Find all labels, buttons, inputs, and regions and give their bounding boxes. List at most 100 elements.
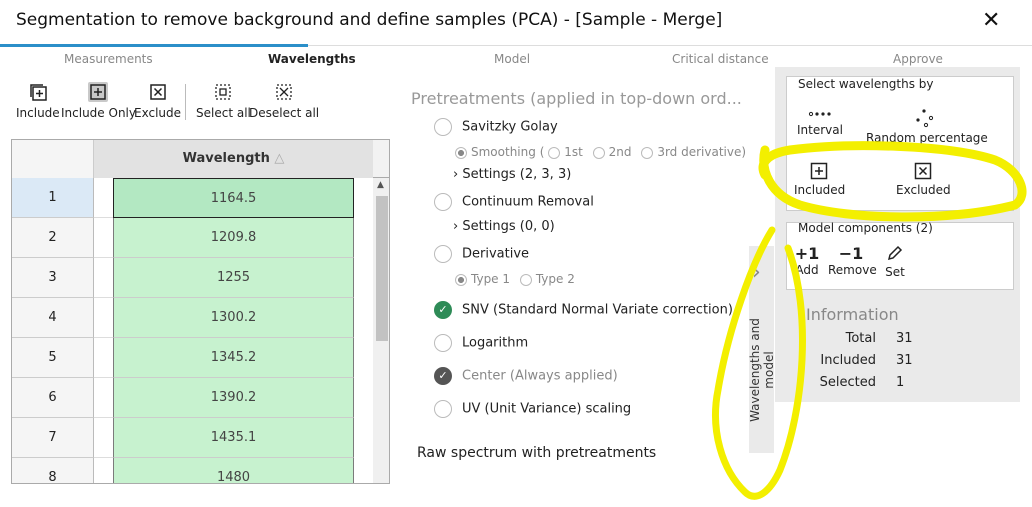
interval-button[interactable]: Interval — [797, 108, 843, 137]
settings-savitzky-label: Settings (2, 3, 3) — [462, 167, 572, 182]
include-icon — [810, 162, 828, 180]
logarithm-option[interactable]: Logarithm — [434, 334, 528, 352]
wavelength-cell[interactable]: 1390.2 — [113, 378, 354, 418]
wavelength-cell[interactable]: 1164.5 — [113, 178, 354, 218]
table-row[interactable]: 5 1345.2 — [12, 338, 373, 378]
add-label: Add — [795, 263, 819, 277]
remove-component-button[interactable]: −1 Remove — [828, 244, 877, 277]
table-row[interactable]: 2 1209.8 — [12, 218, 373, 258]
radio-icon — [434, 245, 452, 263]
window-title: Segmentation to remove background and de… — [16, 10, 723, 30]
side-tab-label: Wavelengths and model — [748, 318, 776, 422]
table-row[interactable]: 7 1435.1 — [12, 418, 373, 458]
included-count-label: Included — [820, 353, 876, 368]
excluded-button[interactable]: Excluded — [896, 162, 951, 197]
tab-approve[interactable]: Approve — [893, 52, 943, 66]
exclude-button[interactable]: Exclude — [134, 82, 181, 120]
derivative-option[interactable]: Derivative — [434, 245, 529, 263]
derivative-label: Derivative — [462, 246, 530, 262]
model-components-title: Model components (2) — [798, 221, 933, 235]
wavelength-cell[interactable]: 1480 — [113, 458, 354, 483]
tab-measurements[interactable]: Measurements — [64, 52, 153, 66]
check-icon: ✓ — [434, 301, 452, 319]
column-header-label: Wavelength — [182, 151, 270, 166]
include-only-button[interactable]: Include Only — [61, 82, 136, 120]
column-header-wavelength[interactable]: Wavelength △ — [94, 140, 373, 178]
tab-divider — [308, 45, 1032, 46]
wavelength-cell[interactable]: 1300.2 — [113, 298, 354, 338]
row-number: 4 — [12, 298, 94, 338]
pretreatments-title: Pretreatments (applied in top-down ord..… — [411, 89, 742, 108]
random-icon — [915, 109, 933, 128]
logarithm-label: Logarithm — [462, 335, 529, 351]
table-row[interactable]: 6 1390.2 — [12, 378, 373, 418]
excluded-label: Excluded — [896, 183, 951, 197]
included-count-value: 31 — [896, 353, 913, 368]
close-icon[interactable]: ✕ — [982, 8, 1000, 33]
row-number: 3 — [12, 258, 94, 298]
settings-savitzky-button[interactable]: › Settings (2, 3, 3) — [453, 167, 571, 182]
smoothing-radio[interactable] — [455, 146, 467, 159]
selected-count-label: Selected — [819, 375, 876, 390]
select-all-button[interactable]: Select all — [196, 82, 251, 120]
scroll-thumb[interactable] — [376, 196, 388, 341]
savitzky-suboptions: Smoothing ( 1st 2nd 3rd derivative) — [455, 145, 746, 159]
title-bar: Segmentation to remove background and de… — [0, 0, 1032, 44]
minus-one-icon: −1 — [838, 244, 864, 263]
type2-label: Type 2 — [535, 272, 575, 286]
first-label: 1st — [564, 145, 583, 159]
savitzky-golay-option[interactable]: Savitzky Golay — [434, 118, 558, 136]
table-scrollbar[interactable]: ▲ — [373, 178, 389, 483]
second-radio[interactable] — [592, 146, 605, 159]
tab-wavelengths[interactable]: Wavelengths — [268, 52, 356, 66]
random-percentage-button[interactable]: Random percentage — [866, 108, 988, 145]
table-row[interactable]: 4 1300.2 — [12, 298, 373, 338]
snv-option[interactable]: ✓ SNV (Standard Normal Variate correction… — [434, 301, 733, 319]
exclude-label: Exclude — [134, 106, 182, 120]
settings-continuum-button[interactable]: › Settings (0, 0) — [453, 219, 555, 234]
tab-critical-distance[interactable]: Critical distance — [672, 52, 769, 66]
set-component-button[interactable]: Set — [883, 244, 907, 279]
plus-one-icon: +1 — [794, 244, 820, 263]
uv-scaling-label: UV (Unit Variance) scaling — [462, 401, 632, 417]
wavelength-table[interactable]: Wavelength △ 1 1164.5 2 1209.8 3 1255 4 1300… — [11, 139, 390, 484]
table-row[interactable]: 3 1255 — [12, 258, 373, 298]
continuum-removal-option[interactable]: Continuum Removal — [434, 193, 594, 211]
deselect-all-label: Deselect all — [249, 106, 320, 120]
wavelength-cell[interactable]: 1255 — [113, 258, 354, 298]
type1-radio[interactable] — [455, 273, 467, 286]
select-wavelengths-title: Select wavelengths by — [798, 77, 934, 91]
add-component-button[interactable]: +1 Add — [794, 244, 820, 277]
wavelength-cell[interactable]: 1435.1 — [113, 418, 354, 458]
pencil-icon — [887, 245, 903, 261]
included-button[interactable]: Included — [794, 162, 845, 197]
include-only-label: Include Only — [61, 106, 136, 120]
remove-label: Remove — [828, 263, 877, 277]
tab-model[interactable]: Model — [494, 52, 530, 66]
first-radio[interactable] — [548, 146, 561, 159]
third-radio[interactable] — [641, 146, 654, 159]
wavelength-cell[interactable]: 1209.8 — [113, 218, 354, 258]
include-button[interactable]: Include — [16, 82, 60, 120]
type1-label: Type 1 — [471, 272, 511, 286]
select-all-label: Select all — [196, 106, 251, 120]
include-label: Include — [16, 106, 60, 120]
exclude-icon — [914, 162, 932, 180]
random-percentage-label: Random percentage — [866, 131, 988, 145]
total-value: 31 — [896, 331, 913, 346]
wavelengths-model-side-tab[interactable]: › Wavelengths and model — [748, 246, 776, 453]
row-number: 7 — [12, 418, 94, 458]
table-row[interactable]: 8 1480 — [12, 458, 373, 483]
check-icon: ✓ — [434, 367, 452, 385]
row-number: 5 — [12, 338, 94, 378]
select-all-icon — [215, 84, 232, 100]
scroll-up-icon[interactable]: ▲ — [377, 180, 384, 190]
interval-label: Interval — [797, 123, 843, 137]
interval-icon — [808, 111, 831, 117]
row-number: 6 — [12, 378, 94, 418]
type2-radio[interactable] — [519, 273, 532, 286]
deselect-all-button[interactable]: Deselect all — [249, 82, 319, 120]
table-row[interactable]: 1 1164.5 — [12, 178, 373, 218]
uv-scaling-option[interactable]: UV (Unit Variance) scaling — [434, 400, 631, 418]
wavelength-cell[interactable]: 1345.2 — [113, 338, 354, 378]
